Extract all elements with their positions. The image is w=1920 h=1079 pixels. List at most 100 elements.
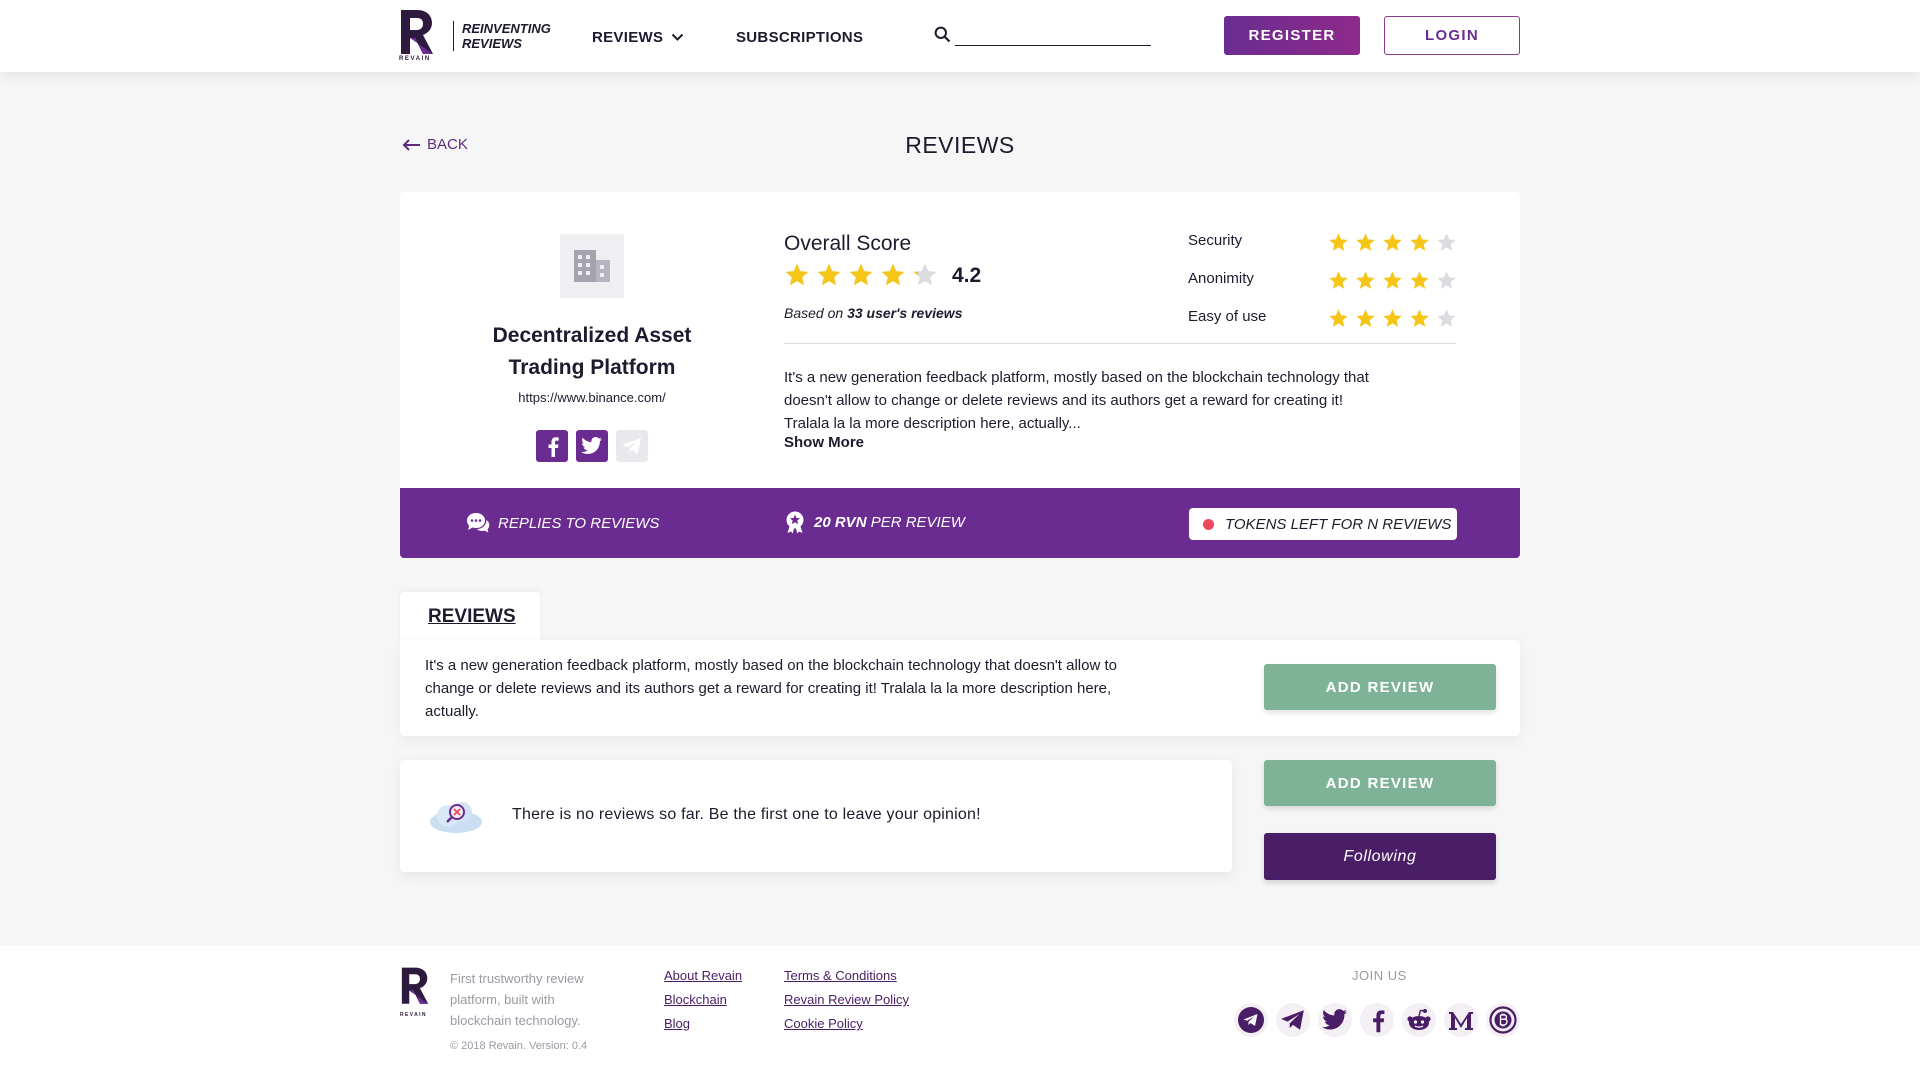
star-icon <box>1383 233 1402 251</box>
search-input[interactable] <box>955 24 1151 46</box>
tokens-left-pill: TOKENS LEFT FOR N REVIEWS <box>1189 508 1457 540</box>
search-icon[interactable] <box>934 26 951 43</box>
footer-tagline-line-2: platform, built with <box>450 992 555 1007</box>
footer-reddit-button[interactable] <box>1402 1003 1436 1037</box>
star-icon <box>913 263 937 286</box>
company-name-line-2: Trading Platform <box>508 356 676 379</box>
tokens-left-label: TOKENS LEFT FOR N REVIEWS <box>1225 515 1452 533</box>
nav-reviews-dropdown[interactable]: REVIEWS <box>592 29 684 46</box>
star-icon <box>1410 233 1429 251</box>
description-line-3: Tralala la la more description here, act… <box>784 415 1081 432</box>
footer-telegram-circle-button[interactable] <box>1234 1003 1268 1037</box>
footer: REVAIN First trustworthy review platform… <box>0 946 1920 1079</box>
register-button[interactable]: REGISTER <box>1224 16 1360 55</box>
footer-telegram-button[interactable] <box>1276 1003 1310 1037</box>
criteria-label-easy-of-use: Easy of use <box>1188 308 1267 325</box>
footer-twitter-button[interactable] <box>1318 1003 1352 1037</box>
show-more-link[interactable]: Show More <box>784 434 864 451</box>
footer-link-terms[interactable]: Terms & Conditions <box>784 968 897 983</box>
facebook-share-button[interactable] <box>536 430 568 462</box>
telegram-icon <box>1281 1010 1304 1030</box>
star-icon <box>1329 233 1348 251</box>
reviews-text-line-2: change or delete reviews and its authors… <box>425 680 1112 697</box>
add-review-button[interactable]: ADD REVIEW <box>1264 664 1496 710</box>
medium-icon <box>1449 1012 1473 1030</box>
twitter-share-button[interactable] <box>576 430 608 462</box>
revain-footer-logo-icon[interactable] <box>400 966 430 1012</box>
reviews-intro-text: It's a new generation feedback platform,… <box>425 654 1225 723</box>
telegram-icon <box>622 437 641 455</box>
empty-reviews-text: There is no reviews so far. Be the first… <box>512 806 981 823</box>
footer-medium-button[interactable] <box>1444 1003 1478 1037</box>
company-name-line-1: Decentralized Asset <box>492 324 692 347</box>
star-icon <box>1410 309 1429 327</box>
nav-subscriptions[interactable]: SUBSCRIPTIONS <box>736 29 863 46</box>
footer-bitcoin-button[interactable] <box>1486 1003 1520 1037</box>
tagline-line-2: REVIEWS <box>462 36 522 51</box>
footer-link-cookie-policy[interactable]: Cookie Policy <box>784 1016 863 1031</box>
star-icon <box>785 263 809 286</box>
arrow-left-icon <box>402 138 420 151</box>
company-card: Decentralized Asset Trading Platform htt… <box>400 192 1520 558</box>
star-icon <box>1410 271 1429 289</box>
nav-reviews-label: REVIEWS <box>592 29 664 46</box>
logo-tagline: REINVENTING REVIEWS <box>453 21 551 51</box>
back-link[interactable]: BACK <box>402 136 468 153</box>
award-badge-icon <box>786 511 804 534</box>
logo-small-text: REVAIN <box>399 56 431 62</box>
rvn-suffix: PER REVIEW <box>866 513 965 531</box>
twitter-icon <box>1322 1009 1347 1030</box>
replies-to-reviews[interactable]: REPLIES TO REVIEWS <box>466 512 659 534</box>
back-label: BACK <box>427 136 468 153</box>
telegram-circle-icon <box>1238 1007 1264 1033</box>
company-url[interactable]: https://www.binance.com/ <box>452 390 732 405</box>
overall-score-value: 4.2 <box>952 264 982 287</box>
rvn-per-review: 20 RVN PER REVIEW <box>784 510 965 534</box>
rewards-band: REPLIES TO REVIEWS 20 RVN PER REVIEW TOK… <box>400 488 1520 558</box>
criteria-stars-anonimity <box>1328 270 1457 291</box>
description-line-2: doesn't allow to change or delete review… <box>784 392 1344 409</box>
footer-link-about[interactable]: About Revain <box>664 968 742 983</box>
chat-bubbles-icon <box>467 513 490 533</box>
building-icon <box>574 250 610 282</box>
criteria-label-security: Security <box>1188 232 1243 249</box>
star-icon <box>1356 233 1375 251</box>
star-icon <box>1329 271 1348 289</box>
rvn-amount: 20 RVN <box>814 513 867 531</box>
star-icon <box>1437 233 1456 251</box>
footer-tagline-line-3: blockchain technology. <box>450 1013 581 1028</box>
reviews-text-line-3: actually. <box>425 703 479 720</box>
star-icon <box>1383 309 1402 327</box>
star-icon <box>1356 309 1375 327</box>
overall-score-title: Overall Score <box>784 232 912 255</box>
footer-logo-small-text: REVAIN <box>400 1012 427 1018</box>
following-button[interactable]: Following <box>1264 833 1496 880</box>
star-icon <box>1383 271 1402 289</box>
footer-link-blog[interactable]: Blog <box>664 1016 690 1031</box>
star-icon <box>1437 271 1456 289</box>
cloud-search-icon <box>430 802 482 833</box>
star-icon <box>817 263 841 286</box>
telegram-share-button[interactable] <box>616 430 648 462</box>
star-icon <box>881 263 905 286</box>
company-logo <box>560 234 624 298</box>
star-icon <box>1356 271 1375 289</box>
card-divider <box>784 343 1456 344</box>
footer-link-blockchain[interactable]: Blockchain <box>664 992 727 1007</box>
footer-facebook-button[interactable] <box>1360 1003 1394 1037</box>
facebook-icon <box>548 437 559 457</box>
replies-label: REPLIES TO REVIEWS <box>498 514 660 532</box>
footer-link-review-policy[interactable]: Revain Review Policy <box>784 992 909 1007</box>
company-description: It's a new generation feedback platform,… <box>784 366 1464 435</box>
reviews-text-line-1: It's a new generation feedback platform,… <box>425 657 1117 674</box>
tab-reviews[interactable]: REVIEWS <box>400 592 540 642</box>
facebook-icon <box>1373 1010 1385 1033</box>
page-title: REVIEWS <box>905 132 1015 158</box>
add-review-button-secondary[interactable]: ADD REVIEW <box>1264 760 1496 806</box>
company-name: Decentralized Asset Trading Platform <box>452 320 732 384</box>
tab-reviews-label: REVIEWS <box>428 606 516 627</box>
chevron-down-icon <box>672 33 684 41</box>
join-us-label: JOIN US <box>1352 968 1407 983</box>
login-button[interactable]: LOGIN <box>1384 16 1520 55</box>
based-on-prefix: Based on <box>784 305 848 321</box>
